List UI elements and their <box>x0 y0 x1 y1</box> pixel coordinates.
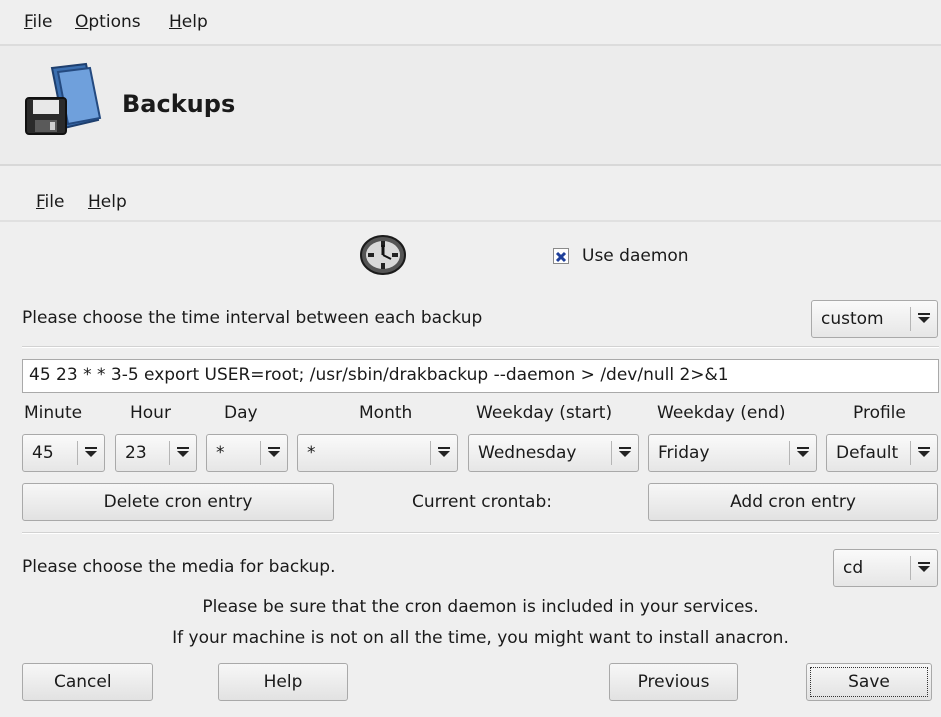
menu-options[interactable]: Options <box>75 12 141 32</box>
media-value: cd <box>843 558 864 578</box>
weekday-start-select[interactable]: Wednesday <box>468 434 639 472</box>
profile-chevron-down-icon <box>910 441 937 465</box>
submenu-help[interactable]: Help <box>88 192 127 212</box>
day-select[interactable]: * <box>206 434 288 472</box>
media-chevron-down-icon <box>910 556 937 580</box>
weekday-start-chevron-down-icon <box>611 441 638 465</box>
help-button[interactable]: Help <box>218 663 348 701</box>
menu-file-label: File <box>24 12 53 32</box>
menu-help-label: Help <box>169 12 208 32</box>
weekday-end-select[interactable]: Friday <box>648 434 817 472</box>
weekday-end-label: Weekday (end) <box>657 403 786 423</box>
weekday-start-value: Wednesday <box>478 443 577 463</box>
minute-select[interactable]: 45 <box>22 434 105 472</box>
submenu-file-label: File <box>36 192 65 212</box>
day-chevron-down-icon <box>260 441 287 465</box>
minute-label: Minute <box>24 403 83 423</box>
current-crontab-label: Current crontab: <box>412 492 552 512</box>
hour-value: 23 <box>125 443 147 463</box>
note-cron-daemon: Please be sure that the cron daemon is i… <box>202 597 759 617</box>
month-chevron-down-icon <box>430 441 457 465</box>
profile-value: Default <box>836 443 899 463</box>
profile-select[interactable]: Default <box>826 434 938 472</box>
profile-label: Profile <box>853 403 906 423</box>
clock-icon <box>360 235 406 275</box>
use-daemon-label: Use daemon <box>582 246 689 266</box>
weekday-end-chevron-down-icon <box>789 441 816 465</box>
checkmark-x-icon <box>555 251 567 263</box>
cancel-button[interactable]: Cancel <box>22 663 153 701</box>
menu-help[interactable]: Help <box>169 12 208 32</box>
day-value: * <box>216 443 225 463</box>
submenu-help-label: Help <box>88 192 127 212</box>
menu-file[interactable]: File <box>24 12 52 32</box>
hour-label: Hour <box>130 403 171 423</box>
minute-value: 45 <box>32 443 54 463</box>
banner: Backups <box>0 46 941 166</box>
note-anacron: If your machine is not on all the time, … <box>172 628 789 648</box>
interval-chevron-down-icon <box>910 307 937 331</box>
main-menubar: File Options Help <box>0 0 941 46</box>
dialog-menubar: File Help <box>0 180 941 222</box>
hour-chevron-down-icon <box>169 441 196 465</box>
submenu-file[interactable]: File <box>36 192 64 212</box>
minute-chevron-down-icon <box>77 441 104 465</box>
add-cron-entry-button[interactable]: Add cron entry <box>648 483 938 521</box>
month-value: * <box>307 443 316 463</box>
page-title: Backups <box>122 90 236 118</box>
hour-select[interactable]: 23 <box>115 434 197 472</box>
month-select[interactable]: * <box>297 434 458 472</box>
previous-button[interactable]: Previous <box>609 663 738 701</box>
interval-label: Please choose the time interval between … <box>22 308 483 328</box>
media-select[interactable]: cd <box>833 549 938 587</box>
save-button[interactable]: Save <box>806 663 932 701</box>
weekday-start-label: Weekday (start) <box>476 403 613 423</box>
media-label: Please choose the media for backup. <box>22 557 336 577</box>
separator <box>22 532 939 534</box>
month-label: Month <box>359 403 413 423</box>
use-daemon-checkbox[interactable] <box>553 248 569 264</box>
separator <box>22 346 939 348</box>
day-label: Day <box>224 403 258 423</box>
cron-line-input[interactable]: 45 23 * * 3-5 export USER=root; /usr/sbi… <box>22 359 939 393</box>
weekday-end-value: Friday <box>658 443 710 463</box>
interval-value: custom <box>821 309 884 329</box>
menu-options-label: Options <box>75 12 141 32</box>
interval-select[interactable]: custom <box>811 300 938 338</box>
delete-cron-entry-button[interactable]: Delete cron entry <box>22 483 334 521</box>
folder-floppy-icon <box>25 62 102 135</box>
